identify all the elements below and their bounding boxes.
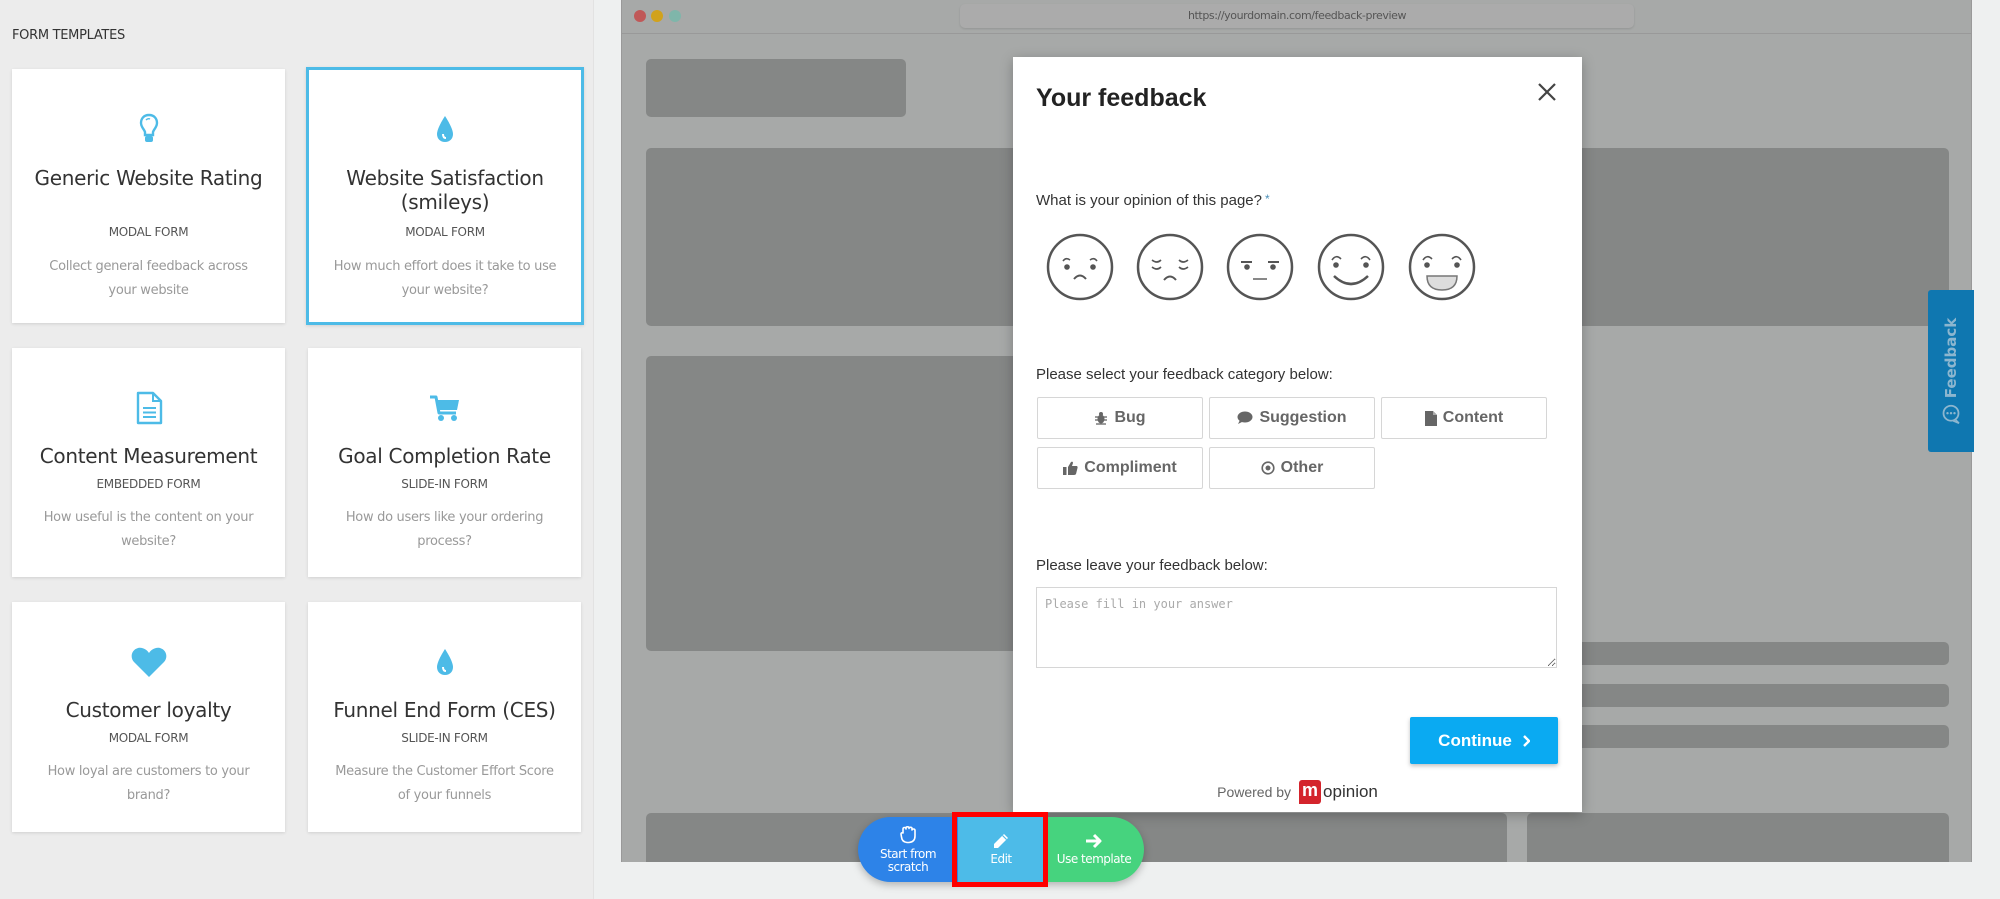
category-button-other[interactable]: Other xyxy=(1209,447,1375,489)
cart-icon xyxy=(308,390,581,426)
category-button-content[interactable]: Content xyxy=(1381,397,1547,439)
drop-icon xyxy=(306,111,584,147)
category-label: Bug xyxy=(1114,409,1146,426)
smiley-happy-icon[interactable] xyxy=(1316,232,1386,302)
smiley-very-happy-icon[interactable] xyxy=(1407,232,1477,302)
hand-icon xyxy=(900,825,916,843)
template-type: SLIDE-IN FORM xyxy=(401,731,488,745)
powered-by: Powered by m opinion xyxy=(1013,780,1582,804)
template-card-content-measurement[interactable]: Content Measurement EMBEDDED FORM How us… xyxy=(12,348,285,577)
continue-label: Continue xyxy=(1438,730,1512,750)
edit-label: Edit xyxy=(990,852,1012,866)
placeholder-text-line xyxy=(1522,684,1949,707)
mopinion-logo: m opinion xyxy=(1299,780,1378,804)
template-type: MODAL FORM xyxy=(108,731,189,745)
template-type: MODAL FORM xyxy=(108,225,189,239)
feedback-tab[interactable]: Feedback xyxy=(1928,290,1974,452)
template-description: How do users like your ordering process? xyxy=(345,510,544,549)
category-label: Other xyxy=(1280,459,1324,476)
template-description: How much effort does it take to use your… xyxy=(333,259,557,298)
template-type: EMBEDDED FORM xyxy=(96,477,201,491)
mopinion-logo-mark: m xyxy=(1299,780,1322,804)
template-description: Collect general feedback across your web… xyxy=(49,259,248,298)
sidebar-title: FORM TEMPLATES xyxy=(12,28,125,43)
heart-icon xyxy=(12,644,285,680)
placeholder-footer-block xyxy=(1527,813,1949,862)
category-button-suggestion[interactable]: Suggestion xyxy=(1209,397,1375,439)
pencil-icon xyxy=(994,834,1008,848)
template-card-website-satisfaction[interactable]: Website Satisfaction (smileys) MODAL FOR… xyxy=(306,67,584,325)
url-bar: https://yourdomain.com/feedback-preview xyxy=(960,4,1634,28)
start-from-scratch-button[interactable]: Start from scratch xyxy=(858,817,958,882)
template-card-customer-loyalty[interactable]: Customer loyalty MODAL FORM How loyal ar… xyxy=(12,602,285,832)
template-action-bar: Start from scratch Edit Use template xyxy=(858,817,1144,882)
question-category-label: Please select your feedback category bel… xyxy=(1036,366,1333,383)
placeholder-text-line xyxy=(1522,725,1949,748)
template-card-funnel-end-form[interactable]: Funnel End Form (CES) SLIDE-IN FORM Meas… xyxy=(308,602,581,832)
use-template-label: Use template xyxy=(1056,852,1132,866)
browser-titlebar: https://yourdomain.com/feedback-preview xyxy=(622,0,1971,34)
smiley-very-unhappy-icon[interactable] xyxy=(1045,232,1115,302)
bug-icon xyxy=(1095,412,1108,425)
template-sidebar: FORM TEMPLATES Generic Website Rating MO… xyxy=(0,0,594,899)
category-button-compliment[interactable]: Compliment xyxy=(1037,447,1203,489)
template-description: How useful is the content on your websit… xyxy=(43,510,254,549)
template-type: SLIDE-IN FORM xyxy=(401,477,488,491)
feedback-modal: Your feedback What is your opinion of th… xyxy=(1013,57,1582,812)
comment-icon xyxy=(1237,411,1253,424)
template-description: How loyal are customers to your brand? xyxy=(47,764,250,803)
placeholder-logo-block xyxy=(646,59,906,117)
template-title: Funnel End Form (CES) xyxy=(333,698,556,722)
question-opinion-label: What is your opinion of this page? * xyxy=(1036,192,1270,209)
category-label: Content xyxy=(1442,409,1504,426)
template-title: Customer loyalty xyxy=(65,698,232,722)
placeholder-content-block xyxy=(646,356,1066,651)
document-icon xyxy=(12,390,285,426)
file-icon xyxy=(1424,410,1437,426)
smiley-unhappy-icon[interactable] xyxy=(1135,232,1205,302)
start-label-line2: scratch xyxy=(887,859,929,874)
smiley-neutral-icon[interactable] xyxy=(1225,232,1295,302)
template-description: Measure the Customer Effort Score of you… xyxy=(335,764,554,803)
chat-bubble-icon xyxy=(1942,404,1960,424)
use-template-button[interactable]: Use template xyxy=(1044,817,1144,882)
placeholder-text-line xyxy=(1522,642,1949,665)
lightbulb-icon xyxy=(12,111,285,147)
powered-by-text: Powered by xyxy=(1217,784,1292,800)
category-label: Compliment xyxy=(1084,459,1177,476)
template-title: Generic Website Rating xyxy=(34,166,263,190)
modal-title: Your feedback xyxy=(1036,84,1207,112)
template-card-generic-website-rating[interactable]: Generic Website Rating MODAL FORM Collec… xyxy=(12,69,285,323)
edit-button[interactable]: Edit xyxy=(958,817,1044,882)
minimize-window-dot xyxy=(651,10,663,22)
template-card-goal-completion-rate[interactable]: Goal Completion Rate SLIDE-IN FORM How d… xyxy=(308,348,581,577)
template-title: Website Satisfaction (smileys) xyxy=(346,166,544,214)
arrow-right-icon xyxy=(1086,833,1102,849)
chevron-right-icon xyxy=(1522,734,1530,747)
feedback-tab-label: Feedback xyxy=(1942,317,1960,399)
start-label-line1: Start from xyxy=(879,846,937,861)
dot-circle-icon xyxy=(1261,461,1275,475)
template-type: MODAL FORM xyxy=(405,225,485,239)
template-title: Content Measurement xyxy=(39,444,258,468)
required-marker: * xyxy=(1264,192,1270,206)
continue-button[interactable]: Continue xyxy=(1410,717,1558,764)
thumbs-up-icon xyxy=(1063,461,1078,475)
maximize-window-dot xyxy=(669,10,681,22)
category-button-bug[interactable]: Bug xyxy=(1037,397,1203,439)
question-opinion-text: What is your opinion of this page? xyxy=(1036,192,1262,209)
template-title: Goal Completion Rate xyxy=(338,444,551,468)
close-window-dot xyxy=(634,10,646,22)
category-label: Suggestion xyxy=(1259,409,1347,426)
feedback-textarea[interactable] xyxy=(1036,587,1557,668)
mopinion-logo-text: opinion xyxy=(1323,782,1378,801)
drop-icon xyxy=(308,644,581,680)
question-feedback-label: Please leave your feedback below: xyxy=(1036,557,1268,574)
close-icon[interactable] xyxy=(1534,79,1560,105)
